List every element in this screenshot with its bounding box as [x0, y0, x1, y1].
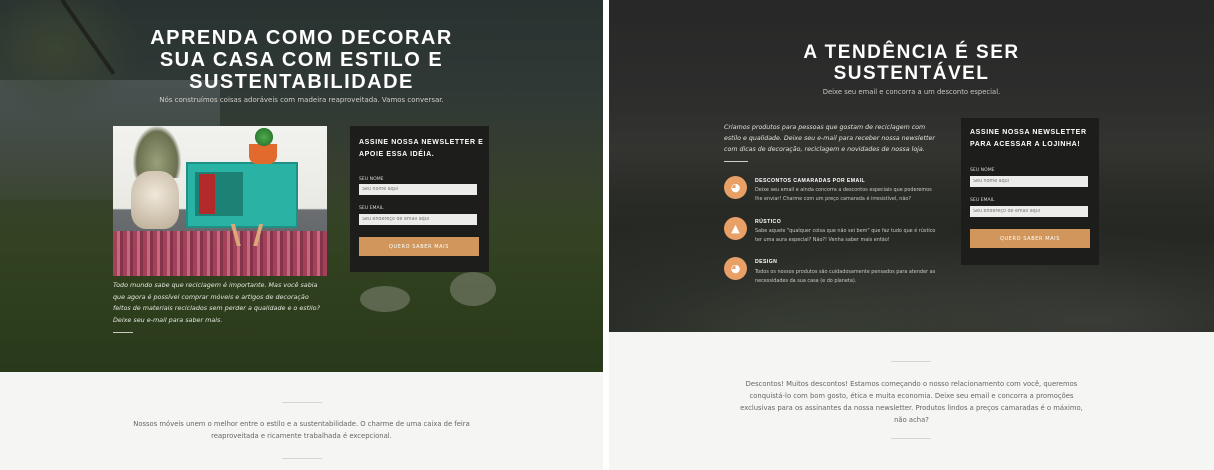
divider	[724, 161, 748, 162]
footer-section: Nossos móveis unem o melhor entre o esti…	[0, 372, 603, 470]
email-input[interactable]	[970, 206, 1088, 217]
product-caption: Todo mundo sabe que reciclagem é importa…	[113, 281, 320, 324]
landing-page-right: A TENDÊNCIA É SER SUSTENTÁVEL Deixe seu …	[609, 0, 1214, 470]
hero-subtitle: Deixe seu email e concorra a um desconto…	[822, 88, 1001, 96]
hero-background-bird	[360, 286, 410, 312]
name-label: SEU NOME	[359, 177, 384, 182]
hero-background-bird	[450, 272, 496, 306]
footer-text: Nossos móveis unem o melhor entre o esti…	[133, 420, 470, 440]
hero-section: APRENDA COMO DECORAR SUA CASA COM ESTILO…	[0, 0, 603, 372]
feature-title: RÚSTICO	[755, 219, 782, 225]
tree-icon: ▲	[724, 217, 747, 240]
newsletter-form: ASSINE NOSSA NEWSLETTER PARA ACESSAR A L…	[961, 118, 1099, 265]
divider	[891, 438, 931, 439]
hero-section: A TENDÊNCIA É SER SUSTENTÁVEL Deixe seu …	[609, 0, 1214, 332]
form-title: ASSINE NOSSA NEWSLETTER E APOIE ESSA IDÉ…	[359, 139, 484, 158]
footer-text: Descontos! Muitos descontos! Estamos com…	[740, 380, 1083, 424]
feature-title: DESCONTOS CAMARADAS POR EMAIL	[755, 178, 866, 184]
form-title: ASSINE NOSSA NEWSLETTER PARA ACESSAR A L…	[970, 129, 1087, 148]
feature-text: Deixe seu email e ainda concorra a desco…	[755, 187, 932, 202]
hero-title: A TENDÊNCIA É SER SUSTENTÁVEL	[803, 42, 1020, 84]
divider	[282, 402, 322, 403]
divider	[891, 361, 931, 362]
name-input[interactable]	[359, 184, 477, 195]
feature-title: DESIGN	[755, 259, 778, 265]
landing-page-left: APRENDA COMO DECORAR SUA CASA COM ESTILO…	[0, 0, 603, 470]
name-label: SEU NOME	[970, 168, 995, 173]
hero-subtitle: Nós construímos coisas adoráveis com mad…	[159, 96, 444, 104]
divider	[113, 332, 133, 333]
lightbulb-icon: ◕	[724, 257, 747, 280]
intro-text: Criamos produtos para pessoas que gostam…	[724, 124, 935, 153]
submit-button[interactable]: QUERO SABER MAIS	[359, 237, 479, 256]
submit-button[interactable]: QUERO SABER MAIS	[970, 229, 1090, 248]
hero-title: APRENDA COMO DECORAR SUA CASA COM ESTILO…	[150, 27, 453, 93]
divider	[282, 458, 322, 459]
feature-text: Sabe aquele "qualquer coisa que não sei …	[755, 228, 936, 243]
newsletter-form: ASSINE NOSSA NEWSLETTER E APOIE ESSA IDÉ…	[350, 126, 489, 272]
name-input[interactable]	[970, 176, 1088, 187]
feature-text: Todos os nossos produtos são cuidadosame…	[755, 269, 936, 284]
email-input[interactable]	[359, 214, 477, 225]
product-photo	[113, 126, 327, 276]
email-label: SEU EMAIL	[359, 206, 384, 211]
email-label: SEU EMAIL	[970, 198, 995, 203]
lightbulb-icon: ◕	[724, 176, 747, 199]
footer-section: Descontos! Muitos descontos! Estamos com…	[609, 332, 1214, 470]
